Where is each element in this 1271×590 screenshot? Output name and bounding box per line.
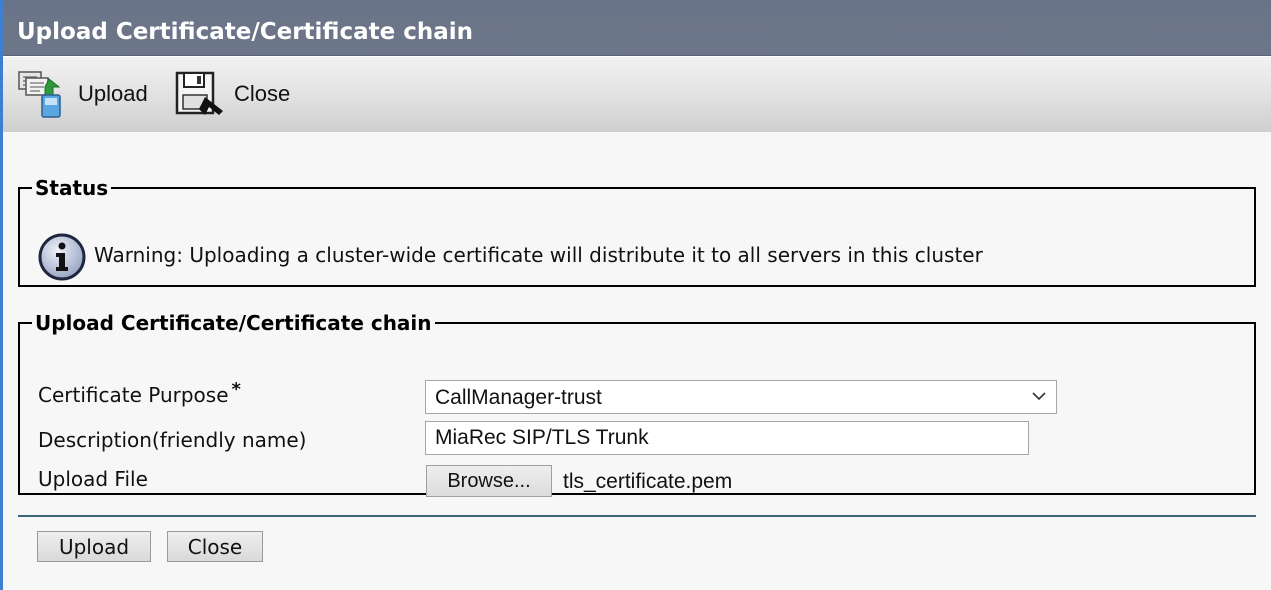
certificate-purpose-label-text: Certificate Purpose	[38, 383, 229, 407]
certificate-purpose-select[interactable]: CallManager-trust	[425, 380, 1057, 414]
toolbar-upload-label: Upload	[78, 81, 148, 106]
close-save-icon	[175, 71, 223, 115]
browse-button[interactable]: Browse...	[426, 465, 552, 497]
status-message: Warning: Uploading a cluster-wide certif…	[94, 243, 983, 267]
upload-certificate-legend: Upload Certificate/Certificate chain	[35, 311, 432, 335]
upload-certificate-section: Upload Certificate/Certificate chain Cer…	[18, 311, 1256, 497]
page-title: Upload Certificate/Certificate chain	[17, 19, 474, 45]
upload-button[interactable]: Upload	[37, 531, 151, 562]
toolbar-close-button[interactable]: Close	[175, 69, 301, 119]
status-legend: Status	[35, 176, 109, 200]
description-input[interactable]	[425, 421, 1029, 455]
close-button[interactable]: Close	[167, 531, 263, 562]
selected-file-name: tls_certificate.pem	[563, 470, 733, 493]
certificate-purpose-label: Certificate Purpose *	[38, 379, 241, 407]
chevron-down-icon	[1032, 392, 1046, 401]
toolbar: Upload Close	[3, 56, 1271, 132]
footer-divider	[18, 515, 1256, 517]
certificate-purpose-value: CallManager-trust	[435, 386, 602, 409]
info-icon	[38, 233, 86, 281]
required-marker: *	[231, 379, 241, 400]
upload-certificate-icon	[18, 71, 61, 118]
toolbar-upload-button[interactable]: Upload	[15, 69, 155, 119]
toolbar-close-label: Close	[234, 81, 291, 106]
title-bar: Upload Certificate/Certificate chain	[3, 0, 1271, 56]
status-section: Status Warning: Uploading a cluster-wide…	[18, 176, 1256, 287]
upload-file-label: Upload File	[38, 467, 148, 491]
description-label: Description(friendly name)	[38, 428, 307, 452]
